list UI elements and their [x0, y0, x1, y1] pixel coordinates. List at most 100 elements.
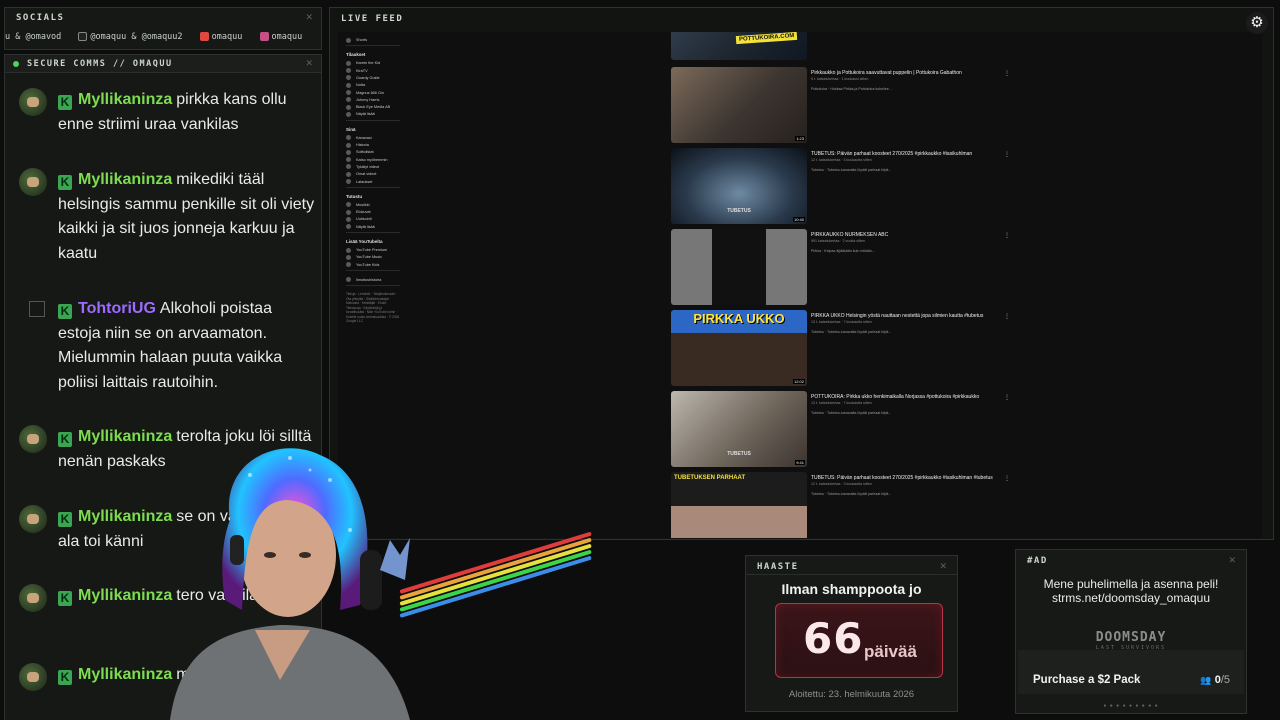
sidebar-item-subscription[interactable]: Näytä lisää: [346, 111, 375, 117]
video-row[interactable]: PIRKKAUKKO NURMEKSEN ABC 991 katselukerta…: [671, 229, 1141, 307]
username[interactable]: Myllikaninza: [78, 508, 172, 525]
video-row[interactable]: TUBETUS 10:40 TUBETUS: Päivän parhaat koos…: [671, 148, 1141, 226]
video-meta: 5 t. katselukertaa · 1 kuukausi sitten: [811, 77, 869, 81]
nav-icon: [346, 68, 351, 74]
live-feed-title: LIVE FEED: [341, 14, 404, 24]
sidebar-item-you[interactable]: Lataukset: [346, 179, 372, 185]
divider: [346, 119, 400, 121]
sidebar-item-you[interactable]: Kanavasi: [346, 135, 372, 141]
challenge-unit: päivää: [864, 642, 917, 661]
username[interactable]: Myllikaninza: [78, 171, 172, 188]
sidebar-item-subscription[interactable]: Black Eye Media AB: [346, 104, 390, 110]
sidebar-item-explore[interactable]: Musiikki: [346, 202, 370, 208]
sidebar-item-explore[interactable]: Näytä lisää: [346, 224, 375, 230]
close-icon[interactable]: ✕: [1228, 556, 1236, 566]
ad-link[interactable]: strms.net/doomsday_omaquu: [1016, 591, 1246, 605]
video-row[interactable]: PIRKKA UKKO 12:02 PIRKKA UKKO Helsingin yö…: [671, 310, 1141, 388]
nav-label: Musiikki: [356, 202, 370, 207]
chat-title: SECURE COMMS // OMAQUU: [27, 59, 173, 69]
game-logo: DOOMSDAY: [1095, 630, 1167, 645]
nav-icon: [346, 216, 351, 222]
nav-label: Magnus 666 Gin: [356, 90, 384, 95]
username[interactable]: Myllikaninza: [78, 428, 172, 445]
video-duration: 9:41: [795, 460, 805, 465]
video-title[interactable]: TUBETUS: Päivän parhaat koosteet 270/202…: [811, 475, 1131, 481]
close-icon[interactable]: ✕: [305, 13, 313, 23]
sidebar-item-explore[interactable]: Uutisointi: [346, 216, 372, 222]
video-thumbnail[interactable]: PIRKKA UKKO 12:02: [671, 310, 807, 386]
avatar: [19, 88, 47, 116]
sidebar-item-settings[interactable]: Ilmoitushistoria: [346, 277, 381, 283]
sidebar-section-title[interactable]: Sinä: [346, 127, 356, 132]
sidebar-item-you[interactable]: Omat videot: [346, 171, 376, 177]
sidebar-item-subscription[interactable]: Magnus 666 Gin: [346, 90, 384, 96]
nav-icon: [346, 247, 351, 253]
username[interactable]: TohtoriUG: [78, 300, 156, 317]
avatar: [19, 663, 47, 691]
sidebar-item-subscription[interactable]: KiraTV: [346, 68, 368, 74]
avatar: [19, 168, 47, 196]
sidebar-section-title[interactable]: Lisää YouTubelta: [346, 239, 383, 244]
sidebar-section-title[interactable]: Tilaukset: [346, 52, 365, 57]
more-options-icon[interactable]: ⋮: [1004, 151, 1010, 158]
sidebar-item-you[interactable]: Historia: [346, 142, 369, 148]
sidebar-item-subscription[interactable]: Karetn the Kid: [346, 60, 380, 66]
gear-icon[interactable]: ⚙: [1246, 12, 1268, 34]
video-title[interactable]: POTTUKOIRA: Pirkka ukko henkimaikalla No…: [811, 394, 1131, 400]
sidebar-item-explore[interactable]: Elokuvat: [346, 209, 371, 215]
close-icon[interactable]: ✕: [305, 59, 313, 69]
video-thumbnail[interactable]: [671, 229, 807, 305]
nav-label: Guardy Guide: [356, 75, 380, 80]
video-title[interactable]: PIRKKAUKKO NURMEKSEN ABC: [811, 232, 1131, 238]
username[interactable]: Myllikaninza: [78, 91, 172, 108]
ad-offer-bar: Purchase a $2 Pack 👥 0/5: [1018, 650, 1244, 694]
video-row[interactable]: POTTUKOIRA.COM: [671, 32, 1141, 62]
video-thumbnail[interactable]: POTTUKOIRA.COM: [671, 32, 807, 60]
video-row[interactable]: TUBETUS 9:41 POTTUKOIRA: Pirkka ukko henki…: [671, 391, 1141, 469]
sidebar-item-subscription[interactable]: Johnny Harris: [346, 97, 379, 103]
more-options-icon[interactable]: ⋮: [1004, 232, 1010, 239]
video-title[interactable]: Pirkkaukko ja Pottukoira saavuttavat pup…: [811, 70, 1131, 76]
purchase-count: 👥 0/5: [1200, 674, 1230, 686]
sidebar-item-you[interactable]: Katso myöhemmin: [346, 157, 387, 163]
nav-icon: [346, 149, 351, 155]
sidebar-item-shorts[interactable]: Shorts: [346, 37, 367, 43]
video-thumbnail[interactable]: 1:23: [671, 67, 807, 143]
video-title[interactable]: PIRKKA UKKO Helsingin yöstä nauttaan nes…: [811, 313, 1131, 319]
kick-icon: [199, 32, 209, 41]
purchase-label[interactable]: Purchase a $2 Pack: [1033, 674, 1140, 686]
username[interactable]: Myllikaninza: [78, 666, 172, 683]
nav-label: Shorts: [356, 38, 367, 42]
username[interactable]: Myllikaninza: [78, 587, 172, 604]
sidebar-item-more[interactable]: YouTube Premium: [346, 247, 387, 253]
video-description: Tubetus · Tubetus-kanavalta löydät parha…: [811, 168, 892, 172]
more-options-icon[interactable]: ⋮: [1004, 475, 1010, 482]
kick-badge-icon: K: [58, 512, 72, 527]
sidebar-footer: Tietoja · Lehdistö · Tekijänoikeudet · O…: [346, 292, 400, 324]
nav-label: Notta: [356, 83, 366, 88]
sidebar-item-more[interactable]: YouTube Music: [346, 254, 382, 260]
more-options-icon[interactable]: ⋮: [1004, 313, 1010, 320]
sidebar-item-you[interactable]: Tykätyt videot: [346, 164, 379, 170]
close-icon[interactable]: ✕: [939, 562, 947, 572]
thumbnail-text: TUBETUS: [727, 208, 751, 214]
sidebar-item-you[interactable]: Soittolistat: [346, 149, 374, 155]
count-total: /5: [1220, 674, 1230, 686]
video-thumbnail[interactable]: TUBETUS 9:41: [671, 391, 807, 467]
video-row[interactable]: TUBETUKSEN PARHAAT TUBETUS: Päivän parhaa…: [671, 472, 1141, 538]
video-thumbnail[interactable]: TUBETUS 10:40: [671, 148, 807, 224]
more-options-icon[interactable]: ⋮: [1004, 70, 1010, 77]
video-thumbnail[interactable]: TUBETUKSEN PARHAAT: [671, 472, 807, 538]
video-meta: 12 t. katselukertaa · 3 kuukautta sitten: [811, 158, 872, 162]
sidebar-item-subscription[interactable]: Notta: [346, 82, 365, 88]
nav-icon: [346, 97, 351, 103]
sidebar-item-more[interactable]: YouTube Kids: [346, 262, 379, 268]
sidebar-section-title[interactable]: Tutustu: [346, 194, 362, 199]
video-row[interactable]: 1:23 Pirkkaukko ja Pottukoira saavuttavat…: [671, 67, 1141, 145]
nav-icon: [346, 135, 351, 141]
socials-title: SOCIALS: [16, 13, 65, 23]
video-title[interactable]: TUBETUS: Päivän parhaat koosteet 270/202…: [811, 151, 1131, 157]
nav-icon: [346, 179, 351, 184]
sidebar-item-subscription[interactable]: Guardy Guide: [346, 75, 380, 81]
more-options-icon[interactable]: ⋮: [1004, 394, 1010, 401]
